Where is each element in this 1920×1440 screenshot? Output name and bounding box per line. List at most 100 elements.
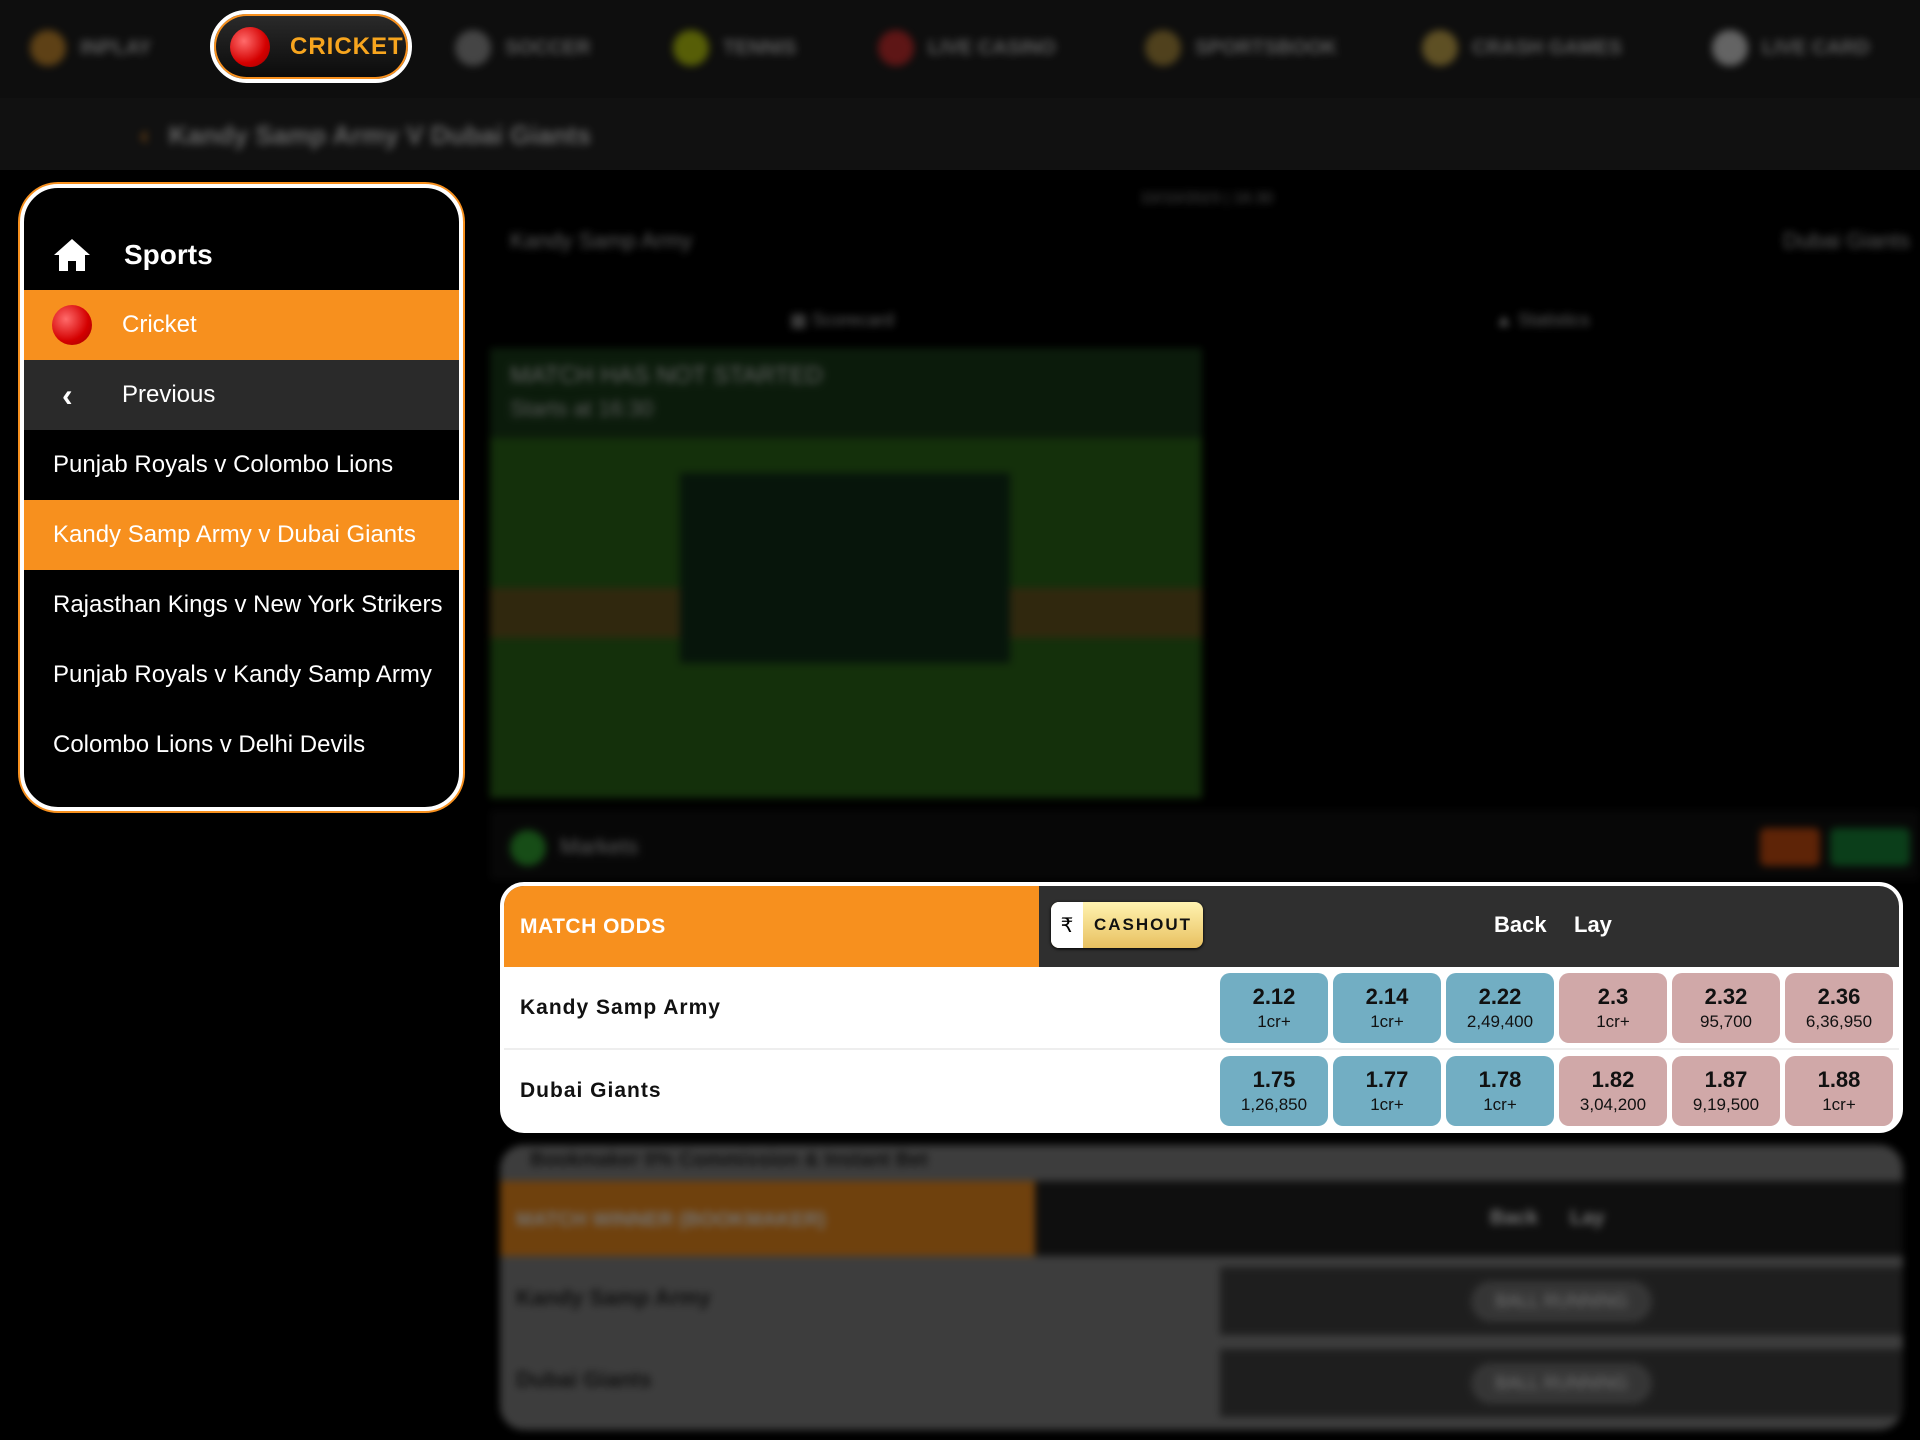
odds-size: 1cr+ bbox=[1483, 1095, 1517, 1114]
nav-label: CRICKET bbox=[290, 32, 404, 60]
back-odds-cell[interactable]: 1.77 1cr+ bbox=[1333, 1056, 1441, 1126]
odds-price: 2.14 bbox=[1365, 984, 1409, 1009]
sidebar-item-label: Kandy Samp Army v Dubai Giants bbox=[53, 521, 416, 548]
tennis-ball-icon bbox=[673, 30, 709, 66]
runner-name: Kandy Samp Army bbox=[516, 1285, 711, 1310]
cashout-button[interactable]: ₹ CASHOUT bbox=[1051, 902, 1203, 948]
breadcrumb: ‹ Kandy Samp Army V Dubai Giants bbox=[140, 120, 591, 151]
orange-button[interactable] bbox=[1760, 828, 1820, 866]
chevron-left-icon: ‹ bbox=[62, 376, 73, 413]
lay-odds-cell[interactable]: 1.82 3,04,200 bbox=[1559, 1056, 1667, 1126]
team2-name: Dubai Giants bbox=[1782, 228, 1910, 253]
sports-sidebar: Sports Cricket ‹ Previous Punjab Royals v… bbox=[20, 184, 463, 811]
cricket-ball-icon bbox=[230, 26, 270, 67]
runner-name: Dubai Giants bbox=[516, 1367, 652, 1392]
sidebar-match[interactable]: Punjab Royals v Colombo Lions bbox=[24, 430, 459, 500]
odds-price: 1.77 bbox=[1365, 1067, 1409, 1092]
sidebar-title: Sports bbox=[124, 239, 213, 270]
rupee-icon: ₹ bbox=[1051, 902, 1083, 948]
top-nav: INPLAY CRICKET SOCCER TENNIS LIVE CASINO… bbox=[0, 0, 1920, 98]
lay-header: Lay bbox=[1570, 1207, 1605, 1229]
runner-name: Dubai Giants bbox=[520, 1078, 662, 1102]
back-odds-cell[interactable]: 2.12 1cr+ bbox=[1220, 973, 1328, 1043]
soccer-ball-icon bbox=[455, 30, 491, 66]
back-arrow-icon[interactable]: ‹ bbox=[140, 120, 149, 151]
tab-label: Statistics bbox=[1517, 310, 1590, 330]
odds-price: 1.75 bbox=[1252, 1067, 1296, 1092]
odds-price: 2.22 bbox=[1478, 984, 1522, 1009]
nav-label: SOCCER bbox=[505, 36, 591, 59]
nav-label: TENNIS bbox=[723, 36, 797, 59]
nav-tennis[interactable]: TENNIS bbox=[673, 28, 796, 68]
odds-size: 1,26,850 bbox=[1240, 1095, 1308, 1114]
sidebar-item-label: Punjab Royals v Kandy Samp Army bbox=[53, 661, 432, 688]
nav-label: LIVE CARD bbox=[1762, 36, 1870, 59]
odds-price: 1.82 bbox=[1591, 1067, 1635, 1092]
bookmaker-header: Back Lay bbox=[1035, 1181, 1903, 1256]
nav-label: CRASH GAMES bbox=[1472, 36, 1623, 59]
back-header: Back bbox=[1490, 1207, 1538, 1229]
lay-odds-cell[interactable]: 2.3 1cr+ bbox=[1559, 973, 1667, 1043]
odds-price: 1.88 bbox=[1817, 1067, 1861, 1092]
sidebar-match[interactable]: Rajasthan Kings v New York Strikers bbox=[24, 570, 459, 640]
cashout-label: CASHOUT bbox=[1093, 915, 1193, 934]
lay-odds-cell[interactable]: 2.36 6,36,950 bbox=[1785, 973, 1893, 1043]
odds-size: 1cr+ bbox=[1370, 1095, 1404, 1114]
nav-inplay[interactable]: INPLAY bbox=[30, 28, 152, 68]
markets-icon bbox=[510, 830, 546, 866]
lay-odds-cell[interactable]: 2.32 95,700 bbox=[1672, 973, 1780, 1043]
odds-size: 6,36,950 bbox=[1805, 1012, 1873, 1031]
lay-odds-cell[interactable]: 1.88 1cr+ bbox=[1785, 1056, 1893, 1126]
runner-row: Dubai Giants 1.75 1,26,850 1.77 1cr+ 1.78 1cr+… bbox=[504, 1050, 1899, 1129]
market-title: MATCH ODDS bbox=[504, 886, 1039, 967]
sidebar-item-previous[interactable]: ‹ Previous bbox=[24, 360, 459, 430]
nav-crash-games[interactable]: CRASH GAMES bbox=[1422, 28, 1622, 68]
ball-running-badge: BALL RUNNING bbox=[1471, 1280, 1652, 1322]
odds-size: 1cr+ bbox=[1370, 1012, 1404, 1031]
nav-live-casino[interactable]: LIVE CASINO bbox=[878, 28, 1056, 68]
markets-bar: Markets bbox=[490, 810, 1920, 880]
back-odds-cell[interactable]: 1.78 1cr+ bbox=[1446, 1056, 1554, 1126]
bookmaker-title: MATCH WINNER (BOOKMAKER) bbox=[500, 1181, 1035, 1256]
sidebar-match-active[interactable]: Kandy Samp Army v Dubai Giants bbox=[24, 500, 459, 570]
sidebar-header: Sports bbox=[24, 220, 459, 290]
sidebar-item-label: Punjab Royals v Colombo Lions bbox=[53, 451, 394, 478]
dice-icon bbox=[878, 30, 914, 66]
nav-label: INPLAY bbox=[80, 36, 152, 59]
sidebar-match[interactable]: Colombo Lions v Delhi Devils bbox=[24, 710, 459, 780]
odds-price: 2.12 bbox=[1252, 984, 1296, 1009]
market-header: MATCH ODDS ₹ CASHOUT Back Lay bbox=[504, 886, 1899, 967]
nav-sportsbook[interactable]: SPORTSBOOK bbox=[1145, 28, 1337, 68]
back-odds-cell[interactable]: 2.14 1cr+ bbox=[1333, 973, 1441, 1043]
sidebar-match[interactable]: Punjab Royals v Kandy Samp Army bbox=[24, 640, 459, 710]
back-odds-cell[interactable]: 1.75 1,26,850 bbox=[1220, 1056, 1328, 1126]
nav-soccer[interactable]: SOCCER bbox=[455, 28, 591, 68]
odds-price: 1.78 bbox=[1478, 1067, 1522, 1092]
sidebar-item-cricket[interactable]: Cricket bbox=[24, 290, 459, 360]
tab-scorecard[interactable]: ▦ Scorecard bbox=[790, 310, 894, 331]
tab-statistics[interactable]: ▲ Statistics bbox=[1495, 310, 1590, 331]
match-tracker: MATCH HAS NOT STARTED Starts at 16:30 bbox=[490, 348, 1202, 798]
card-icon bbox=[1712, 30, 1748, 66]
odds-size: 95,700 bbox=[1700, 1012, 1752, 1031]
markets-label: Markets bbox=[560, 834, 639, 859]
nav-label: LIVE CASINO bbox=[928, 36, 1056, 59]
lay-odds-cell[interactable]: 1.87 9,19,500 bbox=[1672, 1056, 1780, 1126]
countdown-box bbox=[680, 473, 1010, 663]
shield-icon bbox=[1145, 30, 1181, 66]
nav-cricket[interactable]: CRICKET bbox=[210, 10, 412, 83]
runner-name: Kandy Samp Army bbox=[520, 995, 721, 1019]
home-icon bbox=[54, 239, 90, 271]
match-odds-market: MATCH ODDS ₹ CASHOUT Back Lay Kandy Samp … bbox=[500, 882, 1903, 1133]
bookmaker-market: Bookmaker 0% Commission & Instant Bet MA… bbox=[500, 1145, 1903, 1430]
ball-running-badge: BALL RUNNING bbox=[1471, 1362, 1652, 1404]
odds-size: 9,19,500 bbox=[1692, 1095, 1760, 1114]
sidebar-item-label: Previous bbox=[122, 381, 216, 408]
suspended-overlay: BALL RUNNING bbox=[1220, 1349, 1903, 1417]
nav-live-card[interactable]: LIVE CARD bbox=[1712, 28, 1870, 68]
odds-price: 1.87 bbox=[1704, 1067, 1748, 1092]
back-odds-cell[interactable]: 2.22 2,49,400 bbox=[1446, 973, 1554, 1043]
cricket-ball-icon bbox=[52, 305, 92, 345]
rocket-icon bbox=[1422, 30, 1458, 66]
green-button[interactable] bbox=[1830, 828, 1910, 866]
